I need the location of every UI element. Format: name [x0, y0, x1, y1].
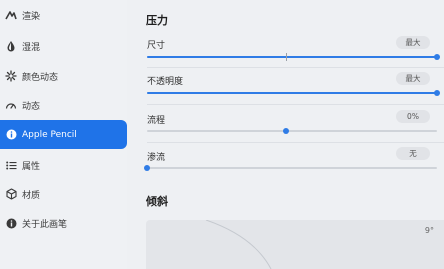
- size-slider[interactable]: [147, 53, 440, 61]
- bleed-slider[interactable]: [144, 165, 437, 171]
- size-slider-fill: [147, 56, 437, 58]
- flow-label: 流程: [147, 116, 166, 126]
- sidebar-item-render[interactable]: 渲染: [0, 0, 127, 30]
- flow-slider[interactable]: [147, 128, 437, 134]
- size-slider-default-mark: [286, 53, 288, 61]
- size-value-badge: 最大: [396, 36, 430, 49]
- tilt-graph[interactable]: 9°: [146, 220, 444, 269]
- sidebar-item-label: 渲染: [22, 11, 41, 22]
- properties-list-icon: [0, 150, 22, 180]
- sidebar-item-label: 颜色动态: [22, 72, 59, 83]
- size-label: 尺寸: [147, 41, 166, 51]
- flow-value-badge: 0%: [396, 110, 430, 123]
- sidebar-item-about-brush[interactable]: 关于此画笔: [0, 208, 127, 238]
- dynamics-gauge-icon: [0, 90, 22, 120]
- wet-mix-drop-icon: [0, 31, 22, 61]
- sidebar-item-label: Apple Pencil: [22, 129, 77, 140]
- sidebar-item-label: 材质: [22, 190, 41, 201]
- section-title-pressure: 压力: [146, 14, 168, 27]
- info-icon: [0, 120, 22, 150]
- sidebar-item-properties[interactable]: 属性: [0, 150, 127, 180]
- bleed-slider-handle[interactable]: [144, 165, 150, 171]
- about-info-icon: [0, 208, 22, 238]
- sidebar-item-label: 属性: [22, 161, 41, 172]
- bleed-value-badge: 无: [396, 147, 430, 160]
- opacity-slider[interactable]: [147, 90, 440, 96]
- render-icon: [0, 0, 22, 30]
- flow-slider-handle[interactable]: [283, 128, 290, 134]
- sidebar-item-label: 关于此画笔: [22, 219, 68, 230]
- row-divider: [147, 142, 444, 143]
- section-title-tilt: 倾斜: [146, 195, 168, 208]
- sidebar-item-material[interactable]: 材质: [0, 179, 127, 209]
- opacity-value-badge: 最大: [396, 72, 430, 85]
- color-dynamics-icon: [0, 61, 22, 91]
- opacity-slider-fill: [147, 92, 437, 94]
- tilt-angle-value: 9°: [424, 226, 434, 235]
- sidebar-item-wet-mix[interactable]: 湿混: [0, 31, 127, 61]
- sidebar-item-label: 湿混: [22, 42, 41, 53]
- sidebar-item-dynamics[interactable]: 动态: [0, 90, 127, 120]
- material-cube-icon: [0, 179, 22, 209]
- sidebar-item-apple-pencil[interactable]: Apple Pencil: [0, 120, 127, 149]
- bleed-label: 渗流: [147, 153, 166, 163]
- tilt-curve: [205, 220, 272, 269]
- opacity-label: 不透明度: [147, 77, 184, 87]
- sidebar: 渲染 湿混 颜色动态 动态 Apple Pencil 属性 材质 关于此画笔: [0, 0, 127, 269]
- row-divider: [147, 104, 444, 105]
- size-slider-handle[interactable]: [434, 54, 440, 60]
- sidebar-item-label: 动态: [22, 101, 41, 112]
- row-divider: [147, 67, 444, 68]
- sidebar-item-color-dynamics[interactable]: 颜色动态: [0, 61, 127, 91]
- settings-panel: 压力 尺寸 最大 不透明度 最大 流程 0% 渗流 无 倾斜 9°: [127, 0, 444, 269]
- opacity-slider-handle[interactable]: [434, 90, 440, 96]
